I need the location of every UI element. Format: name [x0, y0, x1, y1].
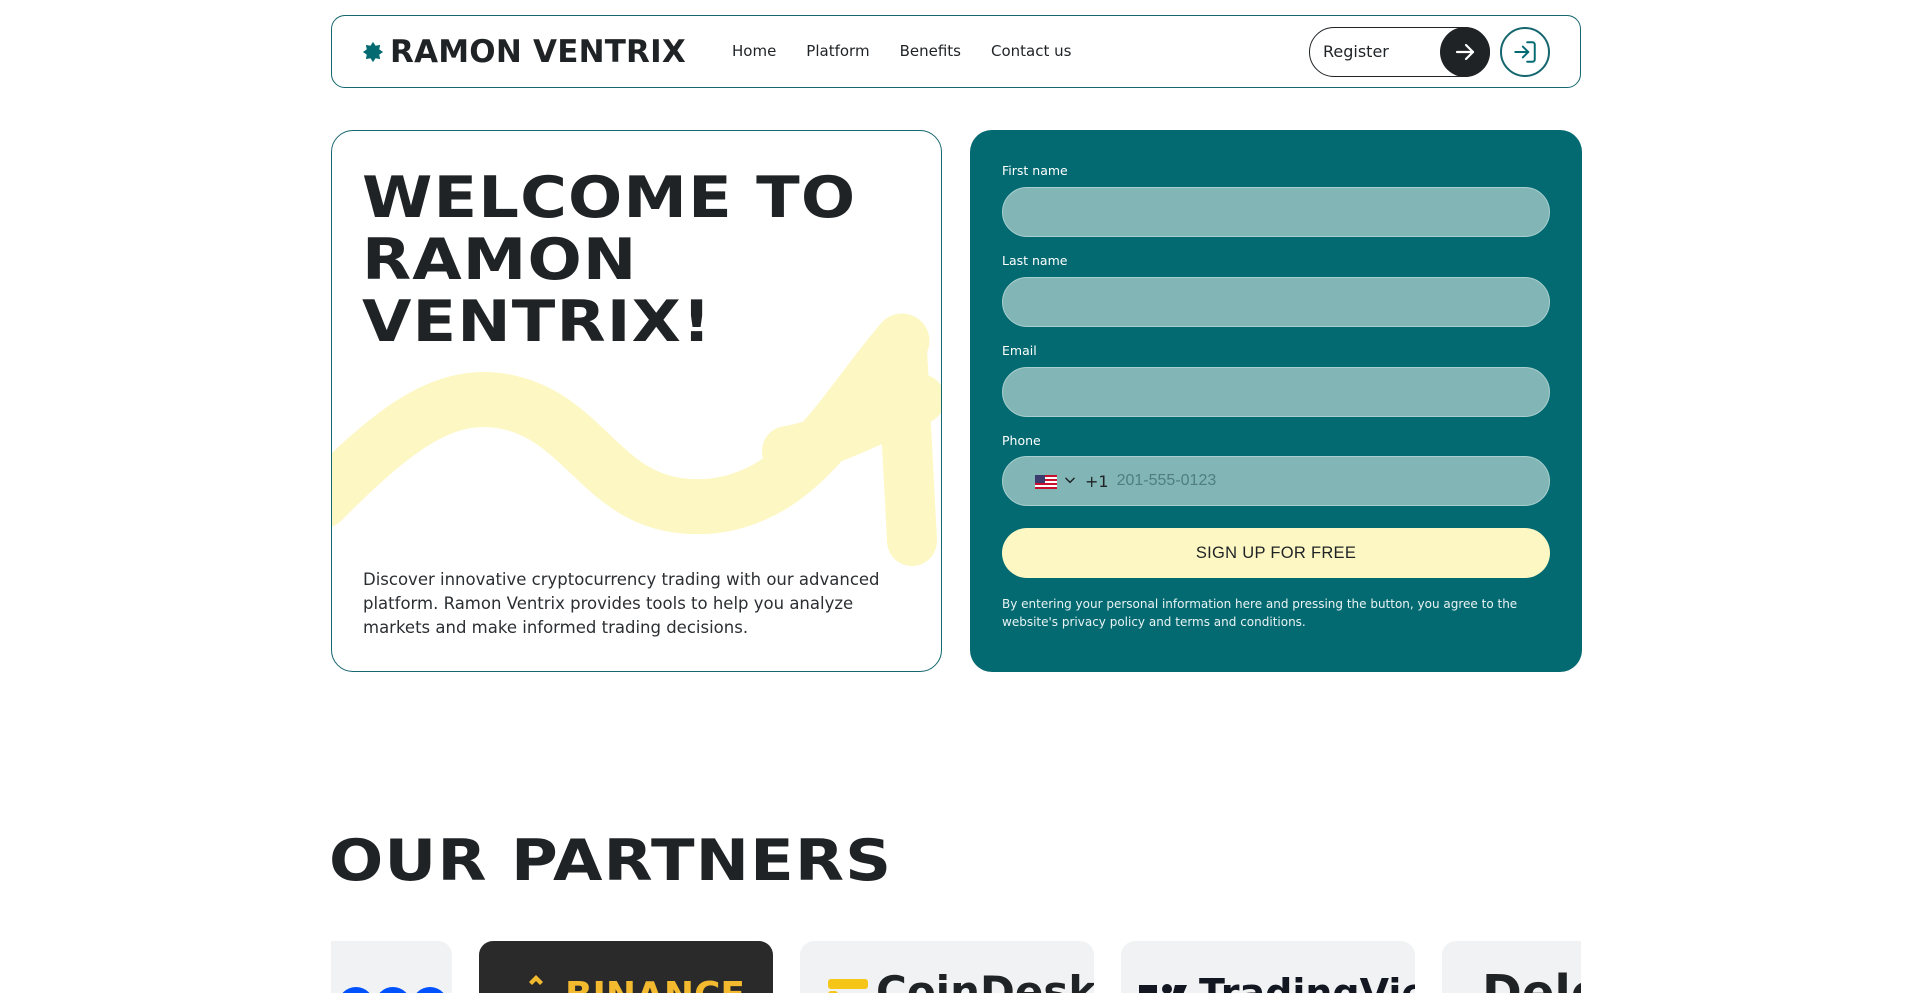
binance-wordmark: BINANCE [565, 975, 745, 993]
login-icon [1514, 41, 1536, 63]
arrow-right-icon [1440, 27, 1490, 77]
signup-button[interactable]: SIGN UP FOR FREE [1002, 528, 1550, 578]
chevron-down-icon[interactable] [1063, 472, 1077, 491]
hero-title: WELCOME TO RAMON VENTRIX! [362, 165, 857, 355]
partners-carousel: BINANCE CoinDesk TradingView Dele [331, 941, 1581, 993]
partner-wordmark: Dele [1482, 965, 1581, 993]
last-name-label: Last name [1002, 253, 1068, 268]
phone-label: Phone [1002, 433, 1041, 448]
signup-form: First name Last name Email Phone +1 SIGN… [970, 130, 1582, 672]
first-name-field[interactable] [1002, 187, 1550, 237]
login-button[interactable] [1500, 27, 1550, 77]
coindesk-logo-icon [828, 979, 868, 993]
binance-logo-icon [529, 975, 543, 985]
nav-benefits[interactable]: Benefits [900, 42, 961, 60]
nav-contact-us[interactable]: Contact us [991, 42, 1071, 60]
nav-platform[interactable]: Platform [806, 42, 869, 60]
partners-title: OUR PARTNERS [329, 828, 893, 894]
tradingview-logo-icon [1139, 984, 1187, 993]
phone-dial-code: +1 [1085, 471, 1109, 491]
consent-disclaimer: By entering your personal information he… [1002, 597, 1518, 629]
coindesk-wordmark: CoinDesk [876, 967, 1094, 993]
partner-card-tradingview[interactable]: TradingView [1121, 941, 1415, 993]
brand-name: RAMON VENTRIX [390, 34, 686, 70]
navbar: RAMON VENTRIX Home Platform Benefits Con… [331, 15, 1581, 88]
tradingview-wordmark: TradingView [1199, 971, 1415, 993]
register-label: Register [1323, 42, 1389, 61]
partner-card-dele[interactable]: Dele [1442, 941, 1581, 993]
email-field[interactable] [1002, 367, 1550, 417]
main-nav: Home Platform Benefits Contact us [732, 42, 1071, 60]
phone-field: +1 [1002, 456, 1550, 506]
partner-card-coinbase[interactable] [331, 941, 452, 993]
phone-input[interactable] [1116, 457, 1549, 505]
first-name-label: First name [1002, 163, 1068, 178]
us-flag-icon[interactable] [1035, 474, 1057, 489]
partner-card-binance[interactable]: BINANCE [479, 941, 773, 993]
register-button[interactable]: Register [1309, 27, 1490, 77]
star-badge-icon [362, 41, 384, 63]
partner-card-coindesk[interactable]: CoinDesk [800, 941, 1094, 993]
coinbase-logo-icon [342, 987, 444, 993]
nav-home[interactable]: Home [732, 42, 776, 60]
hero-description: Discover innovative cryptocurrency tradi… [363, 570, 880, 637]
last-name-field[interactable] [1002, 277, 1550, 327]
brand-logo[interactable]: RAMON VENTRIX [362, 34, 686, 70]
email-label: Email [1002, 343, 1037, 358]
hero-card: WELCOME TO RAMON VENTRIX! Discover innov… [331, 130, 942, 672]
